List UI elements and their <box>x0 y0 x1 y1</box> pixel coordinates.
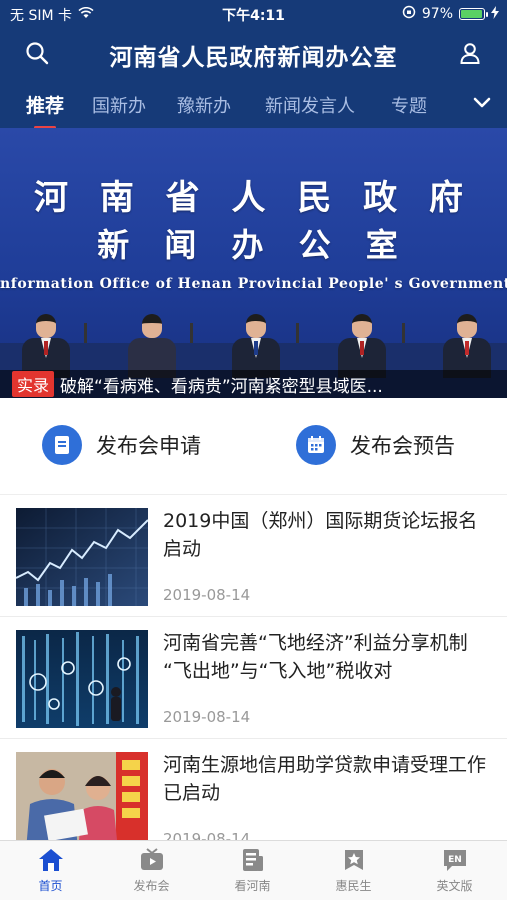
news-headline: 河南省完善“飞地经济”利益分享机制 “飞出地”与“飞入地”税收对 <box>163 632 468 682</box>
tab-livelihood[interactable]: 惠民生 <box>303 847 404 894</box>
tab-spokesperson[interactable]: 新闻发言人 <box>265 92 355 118</box>
app-header: 河南省人民政府新闻办公室 <box>0 28 507 78</box>
en-icon: EN <box>442 847 468 873</box>
speaker-figure <box>128 314 176 378</box>
status-bar: 无 SIM 卡 下午4:11 97% <box>0 0 507 28</box>
tab-label: 首页 <box>38 879 63 893</box>
star-badge-icon <box>341 847 367 873</box>
news-thumbnail <box>16 752 148 850</box>
rotation-lock-icon <box>402 5 416 23</box>
battery-icon <box>459 8 488 20</box>
news-thumbnail <box>16 508 148 606</box>
user-icon[interactable] <box>455 38 485 68</box>
home-icon <box>38 847 64 873</box>
tab-label: 发布会 <box>133 879 170 893</box>
transcript-tag: 实录 <box>12 371 55 397</box>
banner-english-line: nformation Office of Henan Provincial Pe… <box>0 276 507 292</box>
press-conference-schedule-button[interactable]: 发布会预告 <box>296 424 455 466</box>
news-headline: 2019中国（郑州）国际期货论坛报名启动 <box>163 510 478 560</box>
en-badge-text: EN <box>448 855 462 865</box>
news-date: 2019-08-14 <box>163 708 251 726</box>
bottom-tab-bar: 首页 发布会 看河南 惠民生 EN 英文版 <box>0 840 507 900</box>
quick-actions: 发布会申请 发布会预告 <box>0 398 507 495</box>
calendar-icon <box>296 425 336 465</box>
press-conference-apply-button[interactable]: 发布会申请 <box>42 424 201 466</box>
speaker-figure <box>338 314 386 378</box>
banner-caption[interactable]: 实录 破解“看病难、看病贵”河南紧密型县域医... <box>0 370 507 398</box>
tab-see-henan[interactable]: 看河南 <box>202 847 303 894</box>
news-icon <box>240 847 266 873</box>
microphone <box>84 323 87 343</box>
tv-icon <box>139 847 165 873</box>
list-item[interactable]: 2019中国（郑州）国际期货论坛报名启动 2019-08-14 <box>0 495 507 617</box>
list-item[interactable]: 河南省完善“飞地经济”利益分享机制 “飞出地”与“飞入地”税收对 2019-08… <box>0 617 507 739</box>
tab-state-council-info-office[interactable]: 国新办 <box>92 92 146 118</box>
speaker-figure <box>443 314 491 378</box>
microphone <box>296 323 299 343</box>
tab-home[interactable]: 首页 <box>0 847 101 894</box>
chevron-down-icon[interactable] <box>471 92 493 114</box>
battery-percent: 97% <box>421 6 453 22</box>
charging-icon <box>491 5 499 23</box>
news-headline: 河南生源地信用助学贷款申请受理工作已启动 <box>163 754 487 804</box>
banner-caption-text: 破解“看病难、看病贵”河南紧密型县域医... <box>60 376 383 397</box>
microphone <box>402 323 405 343</box>
tab-label: 看河南 <box>234 879 271 893</box>
schedule-label: 发布会预告 <box>350 434 455 458</box>
news-date: 2019-08-14 <box>163 586 251 604</box>
document-icon <box>42 425 82 465</box>
speaker-figure <box>232 314 280 378</box>
tab-recommended[interactable]: 推荐 <box>26 91 65 129</box>
tab-label: 惠民生 <box>335 879 372 893</box>
tab-label: 英文版 <box>436 879 473 893</box>
tab-label: 推荐 <box>26 95 65 117</box>
tab-henan-info-office[interactable]: 豫新办 <box>177 92 231 118</box>
news-thumbnail <box>16 630 148 728</box>
status-right: 97% <box>402 5 499 23</box>
microphone <box>190 323 193 343</box>
featured-banner[interactable]: 河 南 省 人 民 政 府 新 闻 办 公 室 nformation Offic… <box>0 128 507 398</box>
category-tabs: 推荐 国新办 豫新办 新闻发言人 专题 <box>0 78 507 129</box>
apply-label: 发布会申请 <box>96 434 201 458</box>
tab-special-topic[interactable]: 专题 <box>391 92 427 118</box>
tab-press-conference[interactable]: 发布会 <box>101 847 202 894</box>
banner-title-line-2: 新 闻 办 公 室 <box>97 226 410 264</box>
page-title: 河南省人民政府新闻办公室 <box>109 44 398 71</box>
speaker-figure <box>22 314 70 378</box>
banner-title-line-1: 河 南 省 人 民 政 府 <box>33 178 474 218</box>
tab-english[interactable]: EN 英文版 <box>404 847 505 894</box>
